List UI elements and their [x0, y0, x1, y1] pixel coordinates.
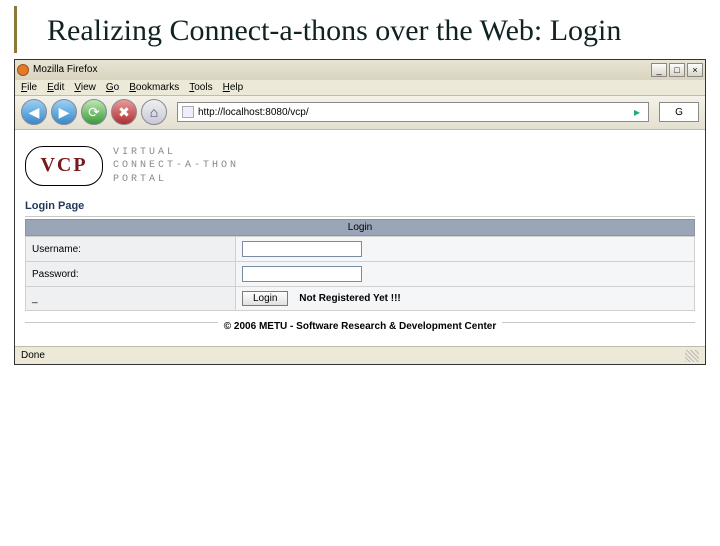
footer: © 2006 METU - Software Research & Develo… — [25, 311, 695, 334]
reload-button[interactable]: ⟳ — [81, 99, 107, 125]
login-form: Username: Password: _ Login Not Register… — [25, 236, 695, 311]
forward-button[interactable]: ▶ — [51, 99, 77, 125]
window-titlebar: Mozilla Firefox _ □ × — [15, 60, 705, 80]
menu-view[interactable]: View — [74, 82, 96, 93]
stop-button[interactable]: ✖ — [111, 99, 137, 125]
menu-file[interactable]: File — [21, 82, 37, 93]
window-title: Mozilla Firefox — [33, 64, 97, 75]
status-bar: Done — [15, 346, 705, 364]
url-input[interactable] — [198, 107, 630, 118]
close-button[interactable]: × — [687, 63, 703, 77]
go-button[interactable]: ▸ — [630, 105, 644, 119]
username-label: Username: — [26, 237, 236, 262]
login-button[interactable]: Login — [242, 291, 288, 306]
page-content: VCP VIRTUAL CONNECT-A-THON PORTAL Login … — [15, 130, 705, 347]
password-input[interactable] — [242, 266, 362, 282]
firefox-icon — [17, 64, 29, 76]
not-registered-link[interactable]: Not Registered Yet !!! — [299, 293, 401, 304]
username-input[interactable] — [242, 241, 362, 257]
page-icon — [182, 106, 194, 118]
nav-toolbar: ◀ ▶ ⟳ ✖ ⌂ ▸ G — [15, 96, 705, 130]
menu-bar: File Edit View Go Bookmarks Tools Help — [15, 80, 705, 96]
home-button[interactable]: ⌂ — [141, 99, 167, 125]
menu-go[interactable]: Go — [106, 82, 119, 93]
maximize-button[interactable]: □ — [669, 63, 685, 77]
site-logo: VCP VIRTUAL CONNECT-A-THON PORTAL — [25, 146, 695, 187]
resize-grip-icon[interactable] — [685, 350, 699, 362]
search-box[interactable]: G — [659, 102, 699, 122]
row-submit: _ Login Not Registered Yet !!! — [26, 287, 695, 311]
status-text: Done — [21, 350, 45, 361]
menu-tools[interactable]: Tools — [189, 82, 212, 93]
vcp-badge: VCP — [25, 146, 103, 186]
logo-line2: CONNECT-A-THON — [113, 159, 239, 173]
spacer-cell: _ — [26, 287, 236, 311]
logo-line3: PORTAL — [113, 173, 239, 187]
logo-line1: VIRTUAL — [113, 146, 239, 160]
url-bar[interactable]: ▸ — [177, 102, 649, 122]
page-header: Login Page — [25, 200, 695, 212]
logo-text: VIRTUAL CONNECT-A-THON PORTAL — [113, 146, 239, 187]
divider — [25, 216, 695, 217]
browser-window: Mozilla Firefox _ □ × File Edit View Go … — [14, 59, 706, 366]
password-label: Password: — [26, 262, 236, 287]
login-section-header: Login — [25, 219, 695, 236]
menu-help[interactable]: Help — [223, 82, 244, 93]
row-password: Password: — [26, 262, 695, 287]
back-button[interactable]: ◀ — [21, 99, 47, 125]
slide-title: Realizing Connect-a-thons over the Web: … — [14, 6, 720, 53]
menu-edit[interactable]: Edit — [47, 82, 64, 93]
footer-text: © 2006 METU - Software Research & Develo… — [224, 321, 496, 332]
menu-bookmarks[interactable]: Bookmarks — [129, 82, 179, 93]
minimize-button[interactable]: _ — [651, 63, 667, 77]
row-username: Username: — [26, 237, 695, 262]
window-controls: _ □ × — [651, 63, 703, 77]
